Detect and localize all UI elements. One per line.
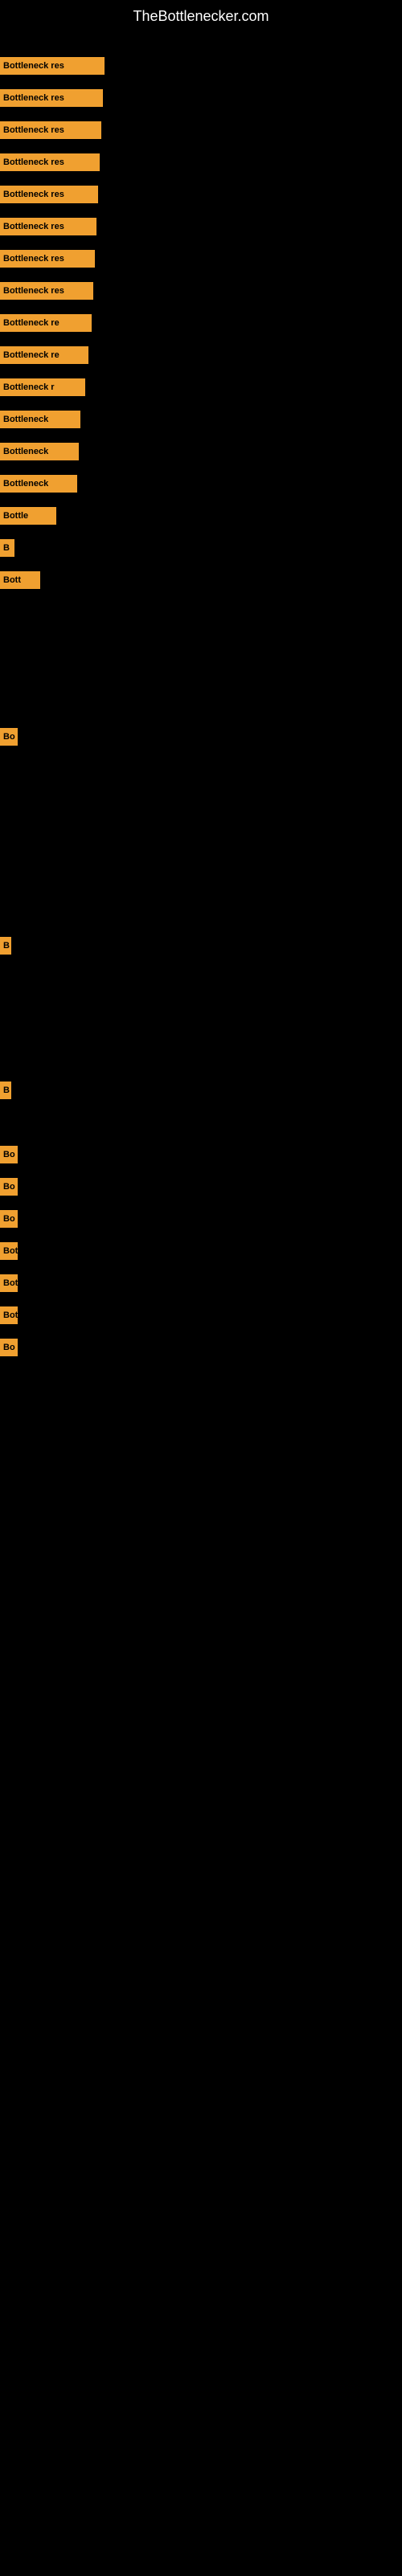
bar-label: Bottleneck r bbox=[0, 378, 85, 396]
bar-label: Bottleneck res bbox=[0, 250, 95, 268]
bar-item: B bbox=[0, 937, 11, 955]
bar-item: Bottleneck res bbox=[0, 89, 103, 107]
bar-item: Bottleneck re bbox=[0, 346, 88, 364]
bar-label: Bo bbox=[0, 1178, 18, 1196]
bar-item: Bottleneck res bbox=[0, 121, 101, 139]
bar-item: Bo bbox=[0, 728, 18, 746]
bar-label: Bott bbox=[0, 571, 40, 589]
bar-label: Bottle bbox=[0, 507, 56, 525]
bar-label: Bot bbox=[0, 1242, 18, 1260]
bar-item: Bottleneck res bbox=[0, 186, 98, 203]
bar-item: B bbox=[0, 539, 14, 557]
bar-label: Bo bbox=[0, 728, 18, 746]
bar-label: B bbox=[0, 539, 14, 557]
bar-item: Bo bbox=[0, 1178, 18, 1196]
bar-label: Bo bbox=[0, 1339, 18, 1356]
bar-item: Bottleneck bbox=[0, 475, 77, 493]
bar-item: Bottleneck res bbox=[0, 250, 95, 268]
bar-item: Bot bbox=[0, 1242, 18, 1260]
bar-item: Bottle bbox=[0, 507, 56, 525]
bar-item: B bbox=[0, 1082, 11, 1099]
bar-label: Bottleneck re bbox=[0, 314, 92, 332]
bar-label: Bottleneck res bbox=[0, 153, 100, 171]
bar-item: Bottleneck r bbox=[0, 378, 85, 396]
bar-item: Bottleneck res bbox=[0, 282, 93, 300]
bar-label: Bottleneck bbox=[0, 411, 80, 428]
bar-label: Bottleneck bbox=[0, 475, 77, 493]
bar-item: Bottleneck bbox=[0, 443, 79, 460]
bar-label: Bott bbox=[0, 1274, 18, 1292]
bar-label: B bbox=[0, 1082, 11, 1099]
bar-item: Bo bbox=[0, 1210, 18, 1228]
bar-item: Bottleneck res bbox=[0, 218, 96, 235]
bar-item: Bottleneck res bbox=[0, 57, 105, 75]
bar-item: Bottleneck bbox=[0, 411, 80, 428]
bar-label: Bottleneck res bbox=[0, 186, 98, 203]
bar-item: Bo bbox=[0, 1146, 18, 1163]
bar-label: Bo bbox=[0, 1146, 18, 1163]
site-title: TheBottlenecker.com bbox=[0, 0, 402, 29]
bar-item: Bott bbox=[0, 1274, 18, 1292]
bar-label: Bottleneck res bbox=[0, 218, 96, 235]
bar-item: Bottleneck re bbox=[0, 314, 92, 332]
bar-label: Bottleneck bbox=[0, 443, 79, 460]
bar-label: Bo bbox=[0, 1210, 18, 1228]
bar-label: Bottleneck re bbox=[0, 346, 88, 364]
bar-label: Bottleneck res bbox=[0, 121, 101, 139]
bar-item: Bott bbox=[0, 571, 40, 589]
bar-item: Bott bbox=[0, 1306, 18, 1324]
bar-label: Bottleneck res bbox=[0, 57, 105, 75]
bar-label: Bottleneck res bbox=[0, 282, 93, 300]
bar-item: Bottleneck res bbox=[0, 153, 100, 171]
bar-label: Bottleneck res bbox=[0, 89, 103, 107]
bar-label: B bbox=[0, 937, 11, 955]
bar-item: Bo bbox=[0, 1339, 18, 1356]
bar-label: Bott bbox=[0, 1306, 18, 1324]
